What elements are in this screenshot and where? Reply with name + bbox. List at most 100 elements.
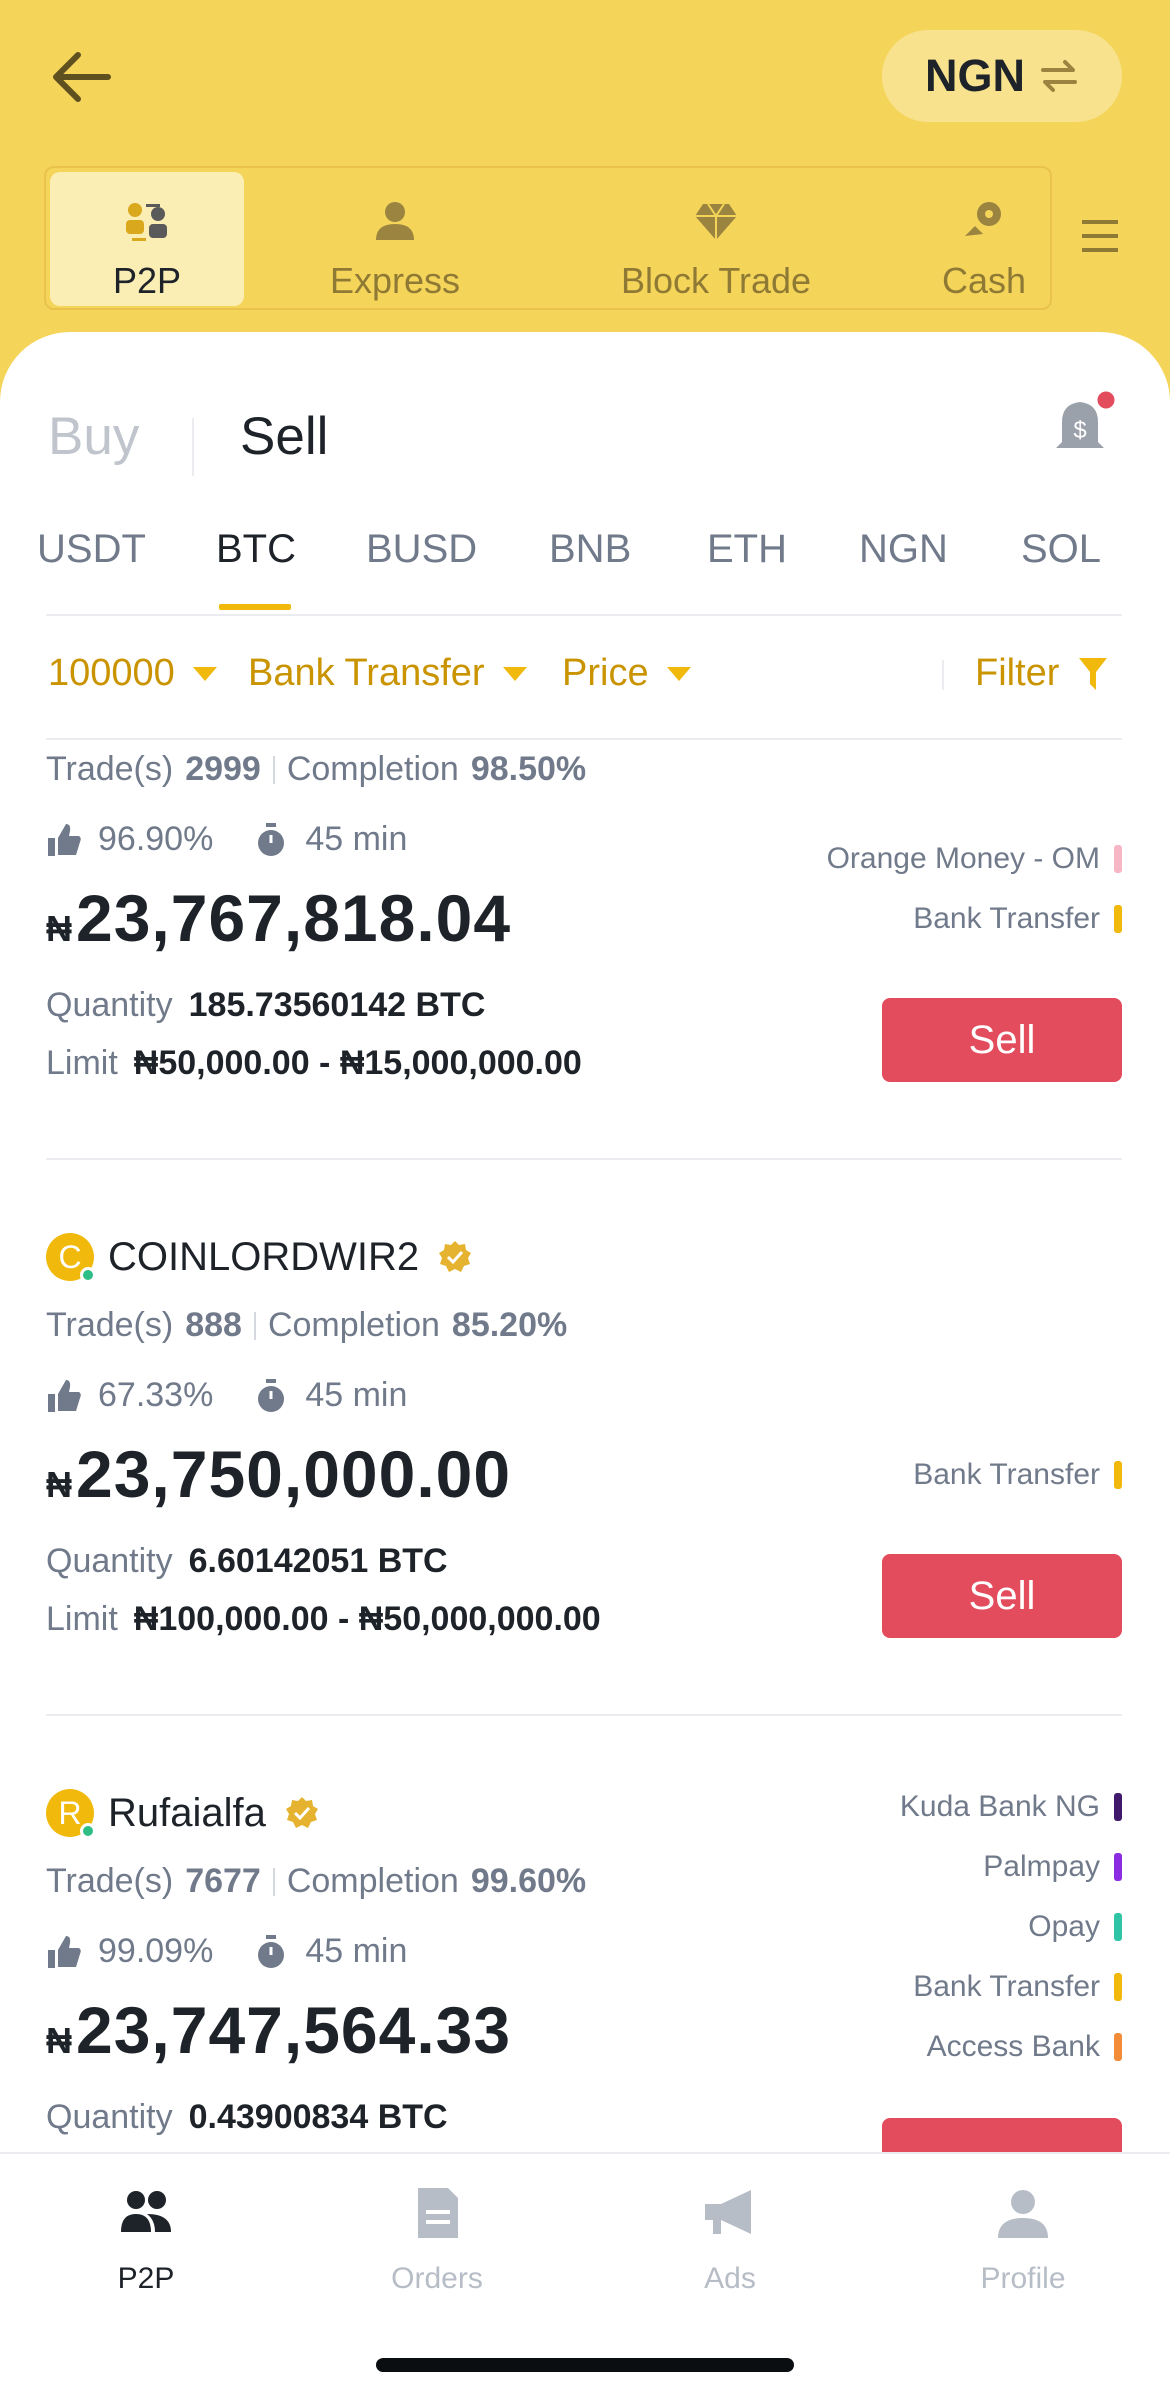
ad-divider (46, 1714, 1122, 1716)
ad-listing[interactable]: C COINLORDWIR2 Trade(s) 888 Completion 8… (0, 1232, 1170, 1692)
ad-rating-row: 99.09% 45 min (46, 1932, 407, 1971)
stat-divider (272, 1867, 275, 1896)
quantity-value: 185.73560142 BTC (188, 986, 486, 1024)
trades-label: Trade(s) (46, 1306, 174, 1344)
express-icon (376, 202, 414, 240)
limit-label: Limit (46, 1044, 118, 1082)
mode-tab-express[interactable]: Express (300, 172, 490, 306)
payment-method-name: Bank Transfer (913, 1970, 1100, 2003)
payment-filter-label: Bank Transfer (248, 652, 485, 694)
avatar: C (46, 1233, 96, 1283)
ad-rating-row: 67.33% 45 min (46, 1376, 407, 1415)
caret-down-icon (666, 666, 691, 681)
advertiser-name: COINLORDWIR2 (108, 1234, 420, 1279)
caret-down-icon (502, 666, 527, 681)
amount-filter[interactable]: 100000 (48, 652, 217, 695)
mode-tab-p2p[interactable]: P2P (50, 172, 244, 306)
filter-divider (942, 660, 944, 690)
ad-quantity: Quantity 0.43900834 BTC (46, 2098, 448, 2137)
content-panel: Buy Sell $ USDT BTC BUSD BNB ETH NGN SOL… (0, 332, 1170, 2152)
rating-value: 67.33% (98, 1376, 214, 1414)
ad-quantity: Quantity 185.73560142 BTC (46, 986, 485, 1025)
advertiser[interactable]: C COINLORDWIR2 (46, 1232, 473, 1283)
menu-icon[interactable] (1082, 218, 1118, 254)
filter-button[interactable]: Filter (975, 652, 1109, 695)
asset-tab-bnb[interactable]: BNB (549, 527, 631, 572)
ad-price: ₦ 23,747,564.33 (46, 1992, 511, 2068)
ad-price: ₦ 23,750,000.00 (46, 1436, 511, 1512)
thumbs-up-icon (48, 1935, 81, 1968)
nav-label-orders: Orders (391, 2262, 483, 2295)
nav-label-profile: Profile (980, 2262, 1066, 2295)
diamond-icon (695, 203, 737, 240)
asset-tab-eth[interactable]: ETH (707, 527, 787, 572)
trades-label: Trade(s) (46, 750, 174, 788)
p2p-icon (126, 203, 167, 241)
advertiser[interactable]: R Rufaialfa (46, 1788, 320, 1839)
online-status-dot (80, 1267, 96, 1283)
price-value: 23,767,818.04 (76, 881, 512, 955)
completion-rate: 98.50% (470, 750, 587, 788)
payment-method-name: Access Bank (926, 2030, 1100, 2063)
payment-method-name: Bank Transfer (913, 902, 1100, 935)
asset-tab-usdt[interactable]: USDT (37, 527, 146, 572)
nav-profile[interactable]: Profile (933, 2184, 1113, 2296)
nav-orders[interactable]: Orders (347, 2184, 527, 2296)
orders-icon (418, 2188, 458, 2238)
buy-tab[interactable]: Buy (48, 406, 139, 467)
p2p-nav-icon (121, 2191, 171, 2232)
buy-sell-toggle: Buy Sell $ (48, 388, 1138, 486)
asset-tab-ngn[interactable]: NGN (859, 527, 948, 572)
payment-color-bar (1114, 1461, 1122, 1489)
payment-method-tag: Palmpay (983, 1850, 1122, 1884)
swap-icon (1041, 60, 1077, 92)
notification-bell-icon[interactable]: $ (1048, 386, 1118, 466)
sell-button[interactable]: Sell (882, 998, 1122, 1082)
nav-ads[interactable]: Ads (640, 2184, 820, 2296)
currency-label: NGN (925, 50, 1025, 101)
ad-rating-row: 96.90% 45 min (46, 820, 407, 859)
currency-symbol: ₦ (46, 908, 72, 949)
nav-label-p2p: P2P (117, 2262, 175, 2295)
mode-tab-block-trade[interactable]: Block Trade (566, 172, 866, 306)
nav-p2p[interactable]: P2P (56, 2184, 236, 2296)
sell-button[interactable] (882, 2118, 1122, 2152)
sell-tab[interactable]: Sell (240, 406, 328, 467)
trades-count: 2999 (185, 750, 261, 788)
timer-icon (258, 822, 285, 856)
mode-tab-cash[interactable]: Cash (904, 172, 1064, 306)
mode-label-cash: Cash (941, 260, 1027, 301)
limit-label: Limit (46, 1600, 118, 1638)
mode-label-block-trade: Block Trade (620, 260, 812, 301)
payment-method-tag: Orange Money - OM (827, 842, 1122, 876)
ad-limit: Limit ₦100,000.00 - ₦50,000,000.00 (46, 1600, 601, 1639)
payment-color-bar (1114, 845, 1122, 873)
trades-label: Trade(s) (46, 1862, 174, 1900)
payment-method-tag: Access Bank (927, 2030, 1122, 2064)
sell-button[interactable]: Sell (882, 1554, 1122, 1638)
limit-value: ₦100,000.00 - ₦50,000,000.00 (133, 1600, 601, 1638)
price-value: 23,747,564.33 (76, 1993, 512, 2067)
asset-tabs: USDT BTC BUSD BNB ETH NGN SOL (0, 527, 1170, 617)
ad-listing[interactable]: Trade(s) 2999 Completion 98.50% 96.90% 4… (0, 750, 1170, 1120)
payment-method-tag: Bank Transfer (913, 902, 1122, 936)
asset-tab-sol[interactable]: SOL (1021, 527, 1101, 572)
asset-tab-btc[interactable]: BTC (216, 527, 296, 572)
payment-method-tag: Bank Transfer (913, 1458, 1122, 1492)
completion-label: Completion (267, 1306, 440, 1344)
quantity-label: Quantity (46, 986, 173, 1024)
filter-divider-line (46, 738, 1122, 740)
sort-filter[interactable]: Price (562, 652, 691, 695)
thumbs-up-icon (48, 1379, 81, 1412)
ad-trade-stats: Trade(s) 2999 Completion 98.50% (46, 750, 586, 789)
payment-color-bar (1114, 1973, 1122, 2001)
rating-value: 99.09% (98, 1932, 214, 1970)
back-arrow-icon[interactable] (48, 48, 114, 106)
asset-tab-busd[interactable]: BUSD (366, 527, 477, 572)
payment-filter[interactable]: Bank Transfer (248, 652, 527, 695)
trades-count: 888 (185, 1306, 242, 1344)
ad-listing[interactable]: R Rufaialfa Trade(s) 7677 Completion 99.… (0, 1788, 1170, 2152)
currency-selector[interactable]: NGN (882, 30, 1122, 122)
ad-trade-stats: Trade(s) 888 Completion 85.20% (46, 1306, 567, 1345)
caret-down-icon (192, 666, 217, 681)
